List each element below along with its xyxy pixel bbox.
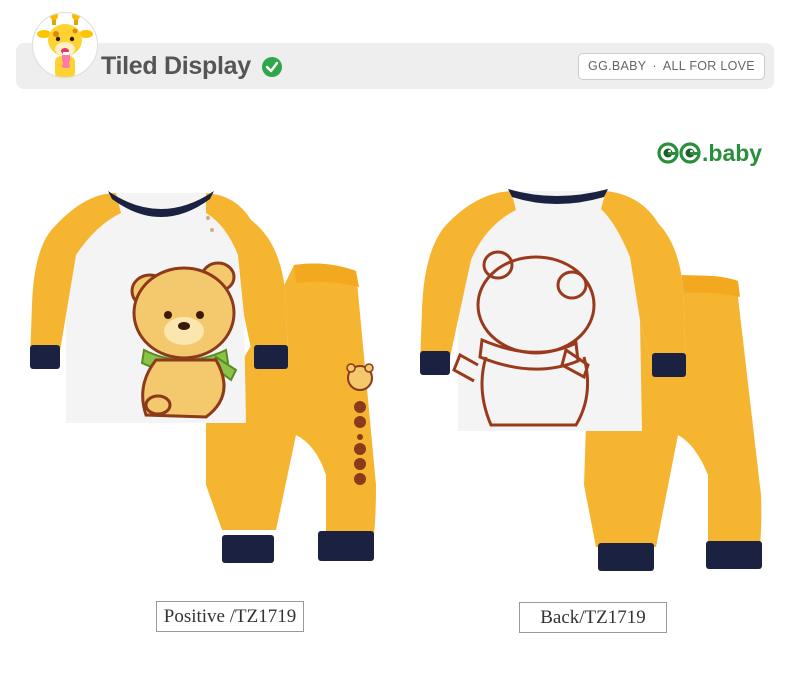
product-image-back [420, 189, 762, 571]
check-circle-icon [262, 57, 282, 77]
tagline-slogan: ALL FOR LOVE [662, 59, 755, 73]
product-image-front [30, 191, 376, 563]
brand-tagline: GG.BABY · ALL FOR LOVE [578, 53, 765, 80]
page-title: Tiled Display [101, 52, 251, 80]
tagline-brand: GG.BABY [588, 59, 647, 73]
giraffe-mascot-icon [32, 12, 98, 78]
brand-logo-text: .baby [702, 140, 763, 166]
caption-front: Positive /TZ1719 [156, 601, 304, 632]
tagline-separator: · [652, 59, 657, 73]
caption-back: Back/TZ1719 [519, 602, 667, 633]
